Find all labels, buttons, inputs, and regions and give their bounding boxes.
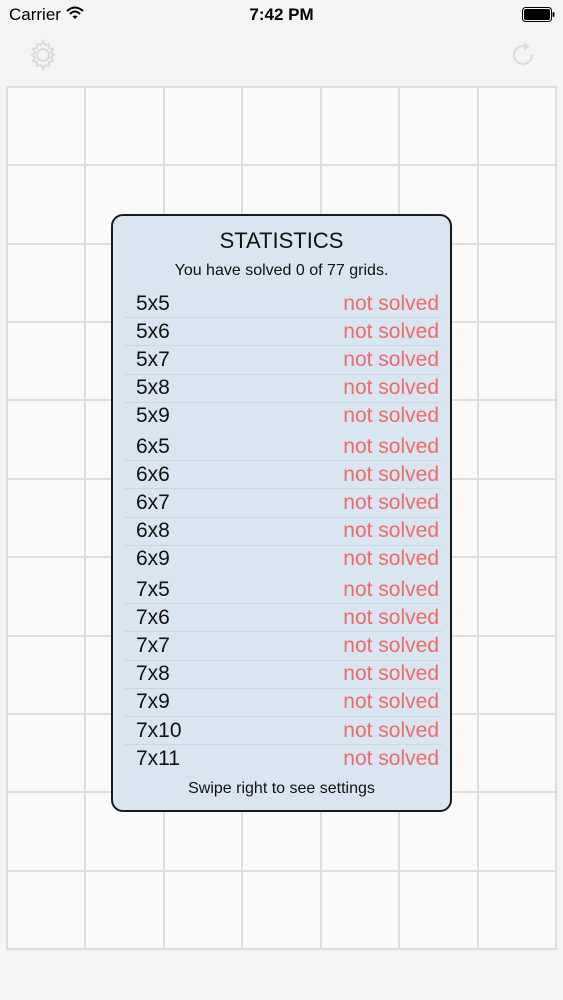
grid-cell[interactable]	[164, 88, 244, 167]
solve-status: not solved	[343, 690, 439, 714]
solve-status: not solved	[343, 547, 439, 571]
grid-size: 7x6	[136, 605, 170, 629]
grid-cell[interactable]	[321, 88, 401, 167]
solve-status: not solved	[343, 404, 439, 428]
solve-status: not solved	[343, 633, 439, 657]
grid-cell[interactable]	[478, 88, 557, 167]
grid-size: 7x5	[136, 577, 170, 601]
stats-group-5: 5x5 not solved 5x6 not solved 5x7 not solve…	[125, 290, 442, 430]
grid-cell[interactable]	[8, 401, 87, 480]
stats-row: 5x9 not solved	[125, 403, 442, 430]
stats-row: 5x6 not solved	[125, 318, 442, 347]
stats-row: 6x6 not solved	[125, 461, 442, 490]
grid-cell[interactable]	[478, 323, 557, 402]
solve-status: not solved	[343, 376, 439, 400]
grid-size: 6x6	[136, 462, 170, 486]
grid-cell[interactable]	[478, 244, 557, 324]
grid-cell[interactable]	[478, 871, 557, 950]
stats-group-6: 6x5 not solved 6x6 not solved 6x7 not solve…	[125, 433, 442, 573]
solve-status: not solved	[343, 519, 439, 543]
status-time: 7:42 PM	[249, 5, 314, 24]
statistics-panel: STATISTICS You have solved 0 of 77 grids…	[111, 214, 452, 812]
stats-row: 6x7 not solved	[125, 489, 442, 518]
solve-status: not solved	[343, 434, 439, 458]
grid-cell[interactable]	[86, 871, 165, 950]
grid-size: 5x5	[136, 291, 170, 315]
refresh-icon[interactable]	[508, 40, 538, 75]
grid-cell[interactable]	[243, 871, 322, 950]
solved-summary: You have solved 0 of 77 grids.	[174, 262, 389, 279]
grid-size: 6x8	[136, 519, 170, 543]
stats-row: 6x8 not solved	[125, 518, 442, 546]
stats-row: 5x8 not solved	[125, 375, 442, 403]
grid-size: 6x5	[136, 434, 170, 458]
stats-row: 6x9 not solved	[125, 546, 442, 573]
stats-group-7: 7x5 not solved 7x6 not solved 7x7 not solve…	[125, 576, 442, 772]
grid-size: 6x9	[136, 547, 170, 571]
grid-size: 7x9	[136, 690, 170, 714]
settings-gear-icon[interactable]	[26, 38, 60, 77]
stats-row: 7x7 not solved	[125, 632, 442, 661]
swipe-hint: Swipe right to see settings	[188, 780, 375, 797]
grid-cell[interactable]	[478, 166, 557, 245]
grid-cell[interactable]	[164, 871, 244, 950]
stats-row: 5x7 not solved	[125, 346, 442, 375]
solve-status: not solved	[343, 577, 439, 601]
panel-title: STATISTICS	[219, 228, 344, 253]
grid-size: 5x7	[136, 347, 170, 371]
stats-row: 7x6 not solved	[125, 604, 442, 633]
solve-status: not solved	[343, 746, 439, 770]
solve-status: not solved	[343, 490, 439, 514]
grid-cell[interactable]	[400, 88, 479, 167]
grid-cell[interactable]	[478, 636, 557, 715]
grid-size: 7x7	[136, 633, 170, 657]
stats-row: 7x10 not solved	[125, 717, 442, 746]
stats-row: 7x11 not solved	[125, 745, 442, 772]
grid-cell[interactable]	[321, 871, 401, 950]
grid-cell[interactable]	[8, 166, 87, 245]
grid-cell[interactable]	[8, 636, 87, 715]
grid-size: 5x8	[136, 376, 170, 400]
grid-cell[interactable]	[8, 88, 87, 167]
grid-cell[interactable]	[8, 244, 87, 324]
grid-size: 7x10	[136, 718, 182, 742]
grid-cell[interactable]	[478, 401, 557, 480]
status-bar: Carrier 7:42 PM	[0, 0, 563, 30]
solve-status: not solved	[343, 662, 439, 686]
stats-row: 5x5 not solved	[125, 290, 442, 319]
grid-size: 5x6	[136, 319, 170, 343]
grid-cell[interactable]	[8, 323, 87, 402]
solve-status: not solved	[343, 347, 439, 371]
grid-cell[interactable]	[478, 479, 557, 559]
stats-row: 7x8 not solved	[125, 661, 442, 689]
grid-cell[interactable]	[243, 88, 322, 167]
battery-icon	[522, 7, 556, 27]
grid-cell[interactable]	[478, 714, 557, 794]
stats-row: 6x5 not solved	[125, 433, 442, 462]
solve-status: not solved	[343, 718, 439, 742]
grid-size: 7x8	[136, 662, 170, 686]
grid-cell[interactable]	[86, 88, 165, 167]
grid-cell[interactable]	[400, 871, 479, 950]
solve-status: not solved	[343, 319, 439, 343]
stats-row: 7x9 not solved	[125, 689, 442, 717]
grid-cell[interactable]	[8, 793, 87, 872]
stats-row: 7x5 not solved	[125, 576, 442, 605]
grid-cell[interactable]	[8, 714, 87, 794]
solve-status: not solved	[343, 291, 439, 315]
grid-cell[interactable]	[8, 558, 87, 637]
grid-size: 7x11	[136, 746, 180, 770]
grid-cell[interactable]	[8, 479, 87, 559]
grid-size: 6x7	[136, 490, 170, 514]
solve-status: not solved	[343, 462, 439, 486]
grid-size: 5x9	[136, 404, 170, 428]
grid-cell[interactable]	[478, 558, 557, 637]
grid-cell[interactable]	[478, 793, 557, 872]
solve-status: not solved	[343, 605, 439, 629]
grid-cell[interactable]	[8, 871, 87, 950]
